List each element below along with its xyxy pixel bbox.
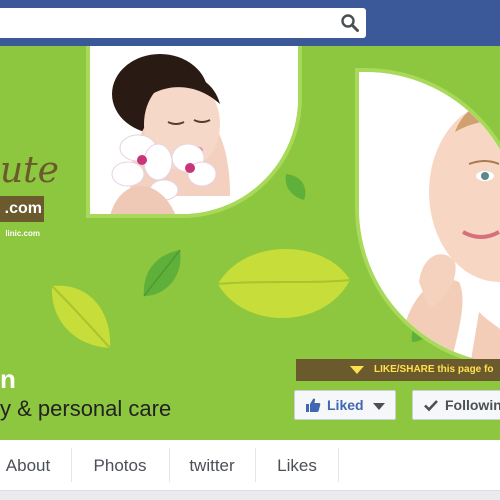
- tab-about[interactable]: About: [0, 440, 56, 490]
- leaf-decoration-tiny-1: [285, 174, 306, 200]
- chevron-down-icon: [373, 403, 385, 410]
- leaf-decoration-large: [217, 248, 351, 319]
- cover-photo[interactable]: ute .com linic.com n y & personal care L…: [0, 46, 500, 440]
- page-tabs: About Photos twitter Likes: [0, 440, 500, 491]
- arrow-down-icon: [350, 366, 364, 374]
- like-share-banner: LIKE/SHARE this page fo: [296, 359, 500, 381]
- tab-likes[interactable]: Likes: [256, 440, 338, 490]
- tab-photos[interactable]: Photos: [71, 440, 169, 490]
- leaf-decoration-left: [51, 285, 111, 349]
- like-share-text: LIKE/SHARE this page fo: [374, 364, 494, 375]
- search-icon[interactable]: [340, 13, 360, 33]
- liked-button[interactable]: Liked: [294, 390, 396, 420]
- page-title: n: [0, 364, 16, 394]
- brand-domain-badge: .com: [0, 196, 44, 222]
- tab-twitter[interactable]: twitter: [169, 440, 255, 490]
- cover-image-woman-skincare: [355, 68, 500, 368]
- cover-image-woman-orchid: [86, 46, 302, 218]
- checkmark-icon: [424, 400, 438, 412]
- search-input[interactable]: [0, 8, 330, 38]
- top-bar: [0, 0, 500, 46]
- following-button-label: Followin: [445, 397, 500, 413]
- brand-url: linic.com: [5, 229, 40, 238]
- liked-button-label: Liked: [327, 397, 364, 413]
- following-button[interactable]: Followin: [412, 390, 500, 420]
- tab-divider: [338, 448, 339, 482]
- thumbs-up-icon: [306, 398, 321, 412]
- leaf-decoration-small: [143, 249, 181, 297]
- brand-logo-script: ute: [0, 150, 59, 191]
- search-box[interactable]: [0, 8, 366, 38]
- page-category: y & personal care: [0, 396, 172, 421]
